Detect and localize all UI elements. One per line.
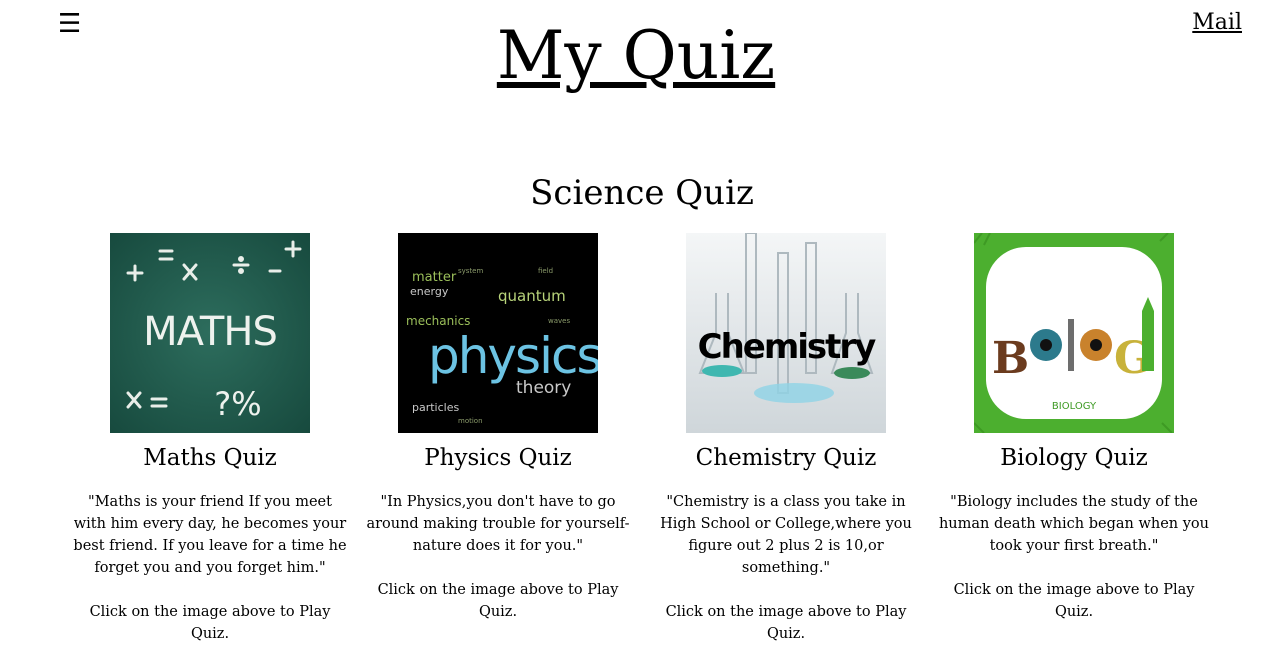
quiz-card-physics: matter energy mechanics quantum theory p… [358, 233, 638, 623]
svg-text:waves: waves [548, 317, 570, 325]
svg-text:?%: ?% [214, 385, 261, 423]
svg-text:field: field [538, 267, 553, 275]
maths-quiz-quote: "Maths is your friend If you meet with h… [73, 494, 347, 576]
quiz-card-chemistry: Chemistry Chemistry Quiz "Chemistry is a… [646, 233, 926, 645]
chemistry-quiz-image[interactable]: Chemistry [686, 233, 886, 433]
chemistry-quiz-hint: Click on the image above to Play Quiz. [665, 604, 907, 642]
quiz-card-biology: B G BIOLOGY Biology Quiz "Biology includ… [934, 233, 1214, 623]
chemistry-glassware-icon: Chemistry [686, 233, 886, 433]
svg-text:system: system [458, 267, 483, 275]
biology-grass-icon: B G BIOLOGY [974, 233, 1174, 433]
chemistry-quiz-title: Chemistry Quiz [695, 445, 877, 471]
site-title: My Quiz [0, 18, 1272, 94]
physics-quiz-image[interactable]: matter energy mechanics quantum theory p… [398, 233, 598, 433]
svg-text:motion: motion [458, 417, 483, 425]
svg-text:B: B [992, 333, 1029, 384]
physics-quiz-quote: "In Physics,you don't have to go around … [366, 494, 630, 554]
svg-text:particles: particles [412, 401, 459, 414]
biology-quiz-hint: Click on the image above to Play Quiz. [953, 582, 1195, 620]
svg-text:matter: matter [412, 270, 457, 285]
quiz-card-maths: MATHS ?% Maths Quiz "Maths is your frien… [70, 233, 350, 645]
physics-image-text: physics [428, 327, 598, 385]
maths-chalkboard-icon: MATHS ?% [110, 233, 310, 433]
chemistry-image-text: Chemistry [698, 327, 877, 367]
biology-quiz-title: Biology Quiz [1000, 445, 1148, 471]
physics-wordcloud-icon: matter energy mechanics quantum theory p… [398, 233, 598, 433]
section-title: Science Quiz [530, 173, 754, 213]
biology-quiz-image[interactable]: B G BIOLOGY [974, 233, 1174, 433]
maths-quiz-image[interactable]: MATHS ?% [110, 233, 310, 433]
maths-quiz-title: Maths Quiz [143, 445, 277, 471]
physics-quiz-hint: Click on the image above to Play Quiz. [377, 582, 619, 620]
svg-text:mechanics: mechanics [406, 314, 470, 328]
physics-quiz-title: Physics Quiz [424, 445, 572, 471]
biology-quiz-quote: "Biology includes the study of the human… [938, 494, 1210, 554]
svg-text:quantum: quantum [498, 287, 566, 305]
page: ☰ Mail My Quiz Science Quiz MATHS ?% Mat… [0, 0, 1272, 654]
maths-image-text: MATHS [143, 309, 277, 355]
biology-image-text: BIOLOGY [1052, 401, 1097, 412]
site-title-text: My Quiz [496, 17, 776, 94]
chemistry-quiz-quote: "Chemistry is a class you take in High S… [660, 494, 912, 576]
maths-quiz-hint: Click on the image above to Play Quiz. [89, 604, 331, 642]
svg-text:energy: energy [410, 285, 449, 298]
